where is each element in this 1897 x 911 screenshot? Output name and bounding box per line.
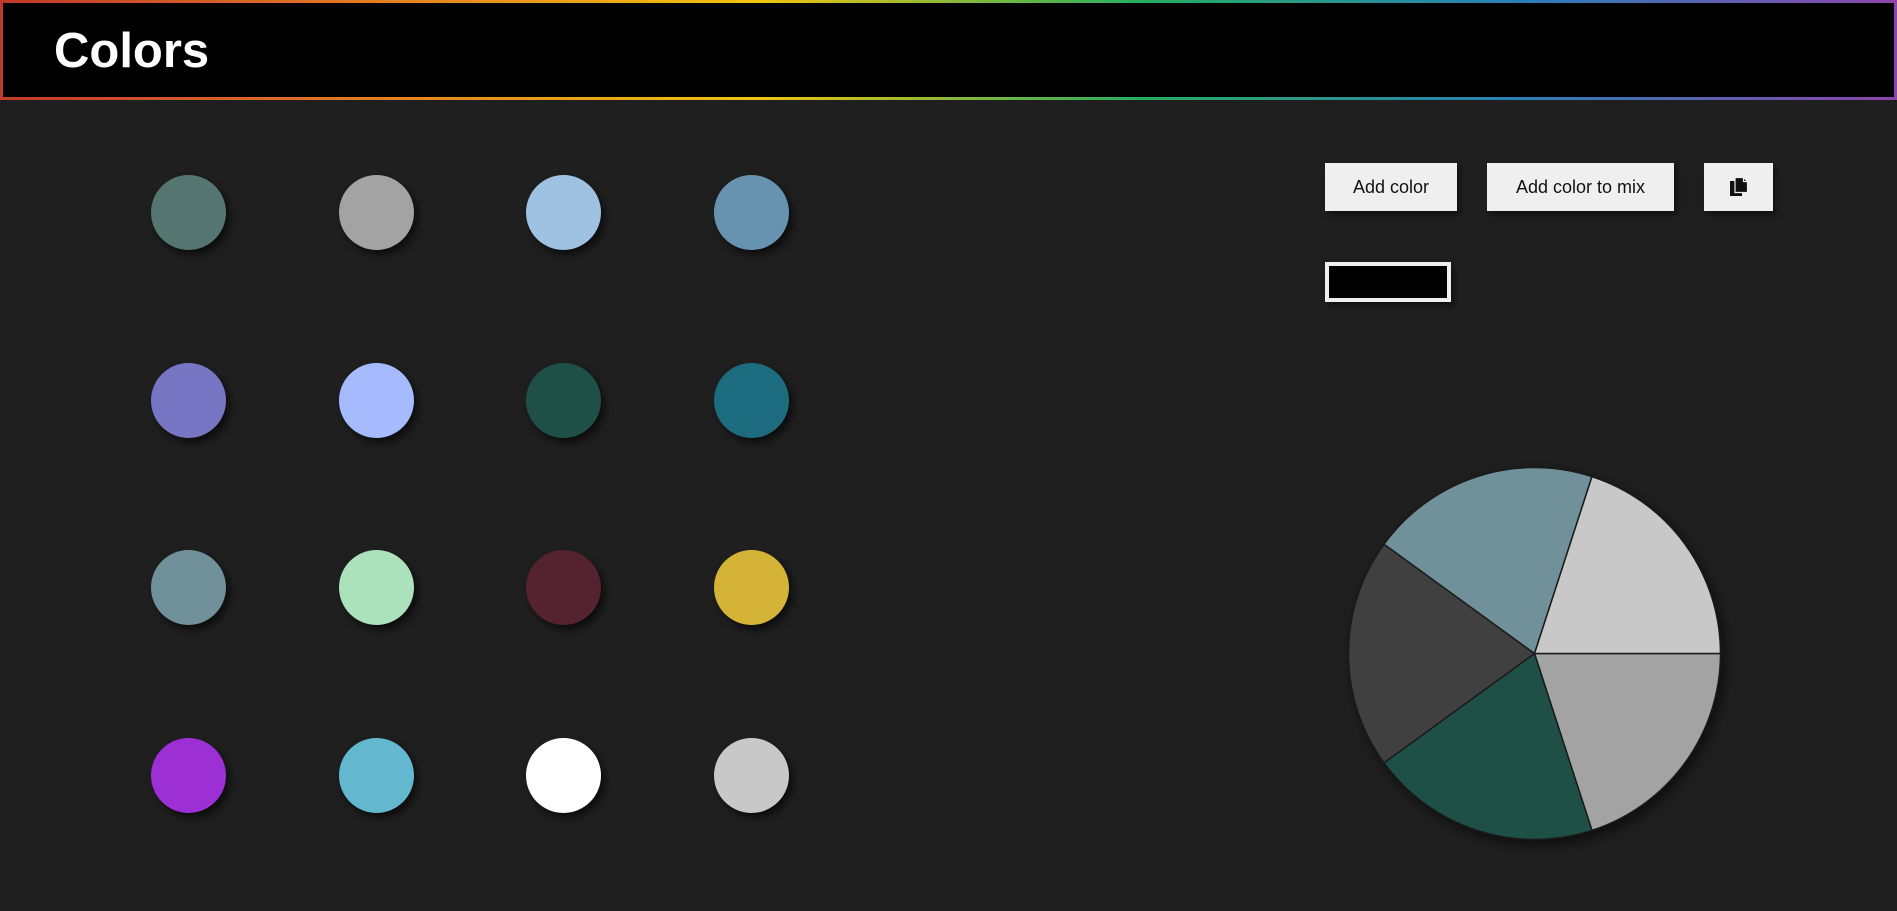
page-title: Colors (54, 24, 210, 78)
mix-color-preview (1325, 262, 1451, 302)
color-swatch[interactable] (526, 738, 601, 813)
color-swatch[interactable] (339, 550, 414, 625)
add-color-button[interactable]: Add color (1325, 163, 1457, 211)
color-swatch[interactable] (526, 550, 601, 625)
color-swatch[interactable] (151, 175, 226, 250)
color-swatch[interactable] (151, 363, 226, 438)
color-swatch[interactable] (339, 363, 414, 438)
color-swatch[interactable] (714, 550, 789, 625)
color-swatch[interactable] (339, 738, 414, 813)
color-swatch[interactable] (714, 175, 789, 250)
color-swatch[interactable] (151, 550, 226, 625)
mix-pie-chart (1347, 466, 1722, 841)
copy-icon (1729, 176, 1748, 196)
copy-button[interactable] (1704, 163, 1773, 211)
app-header: Colors (0, 0, 1897, 100)
color-swatch[interactable] (714, 738, 789, 813)
color-swatch[interactable] (714, 363, 789, 438)
color-swatch[interactable] (339, 175, 414, 250)
color-swatch[interactable] (526, 363, 601, 438)
color-swatch[interactable] (526, 175, 601, 250)
color-swatch[interactable] (151, 738, 226, 813)
add-color-to-mix-button[interactable]: Add color to mix (1487, 163, 1674, 211)
